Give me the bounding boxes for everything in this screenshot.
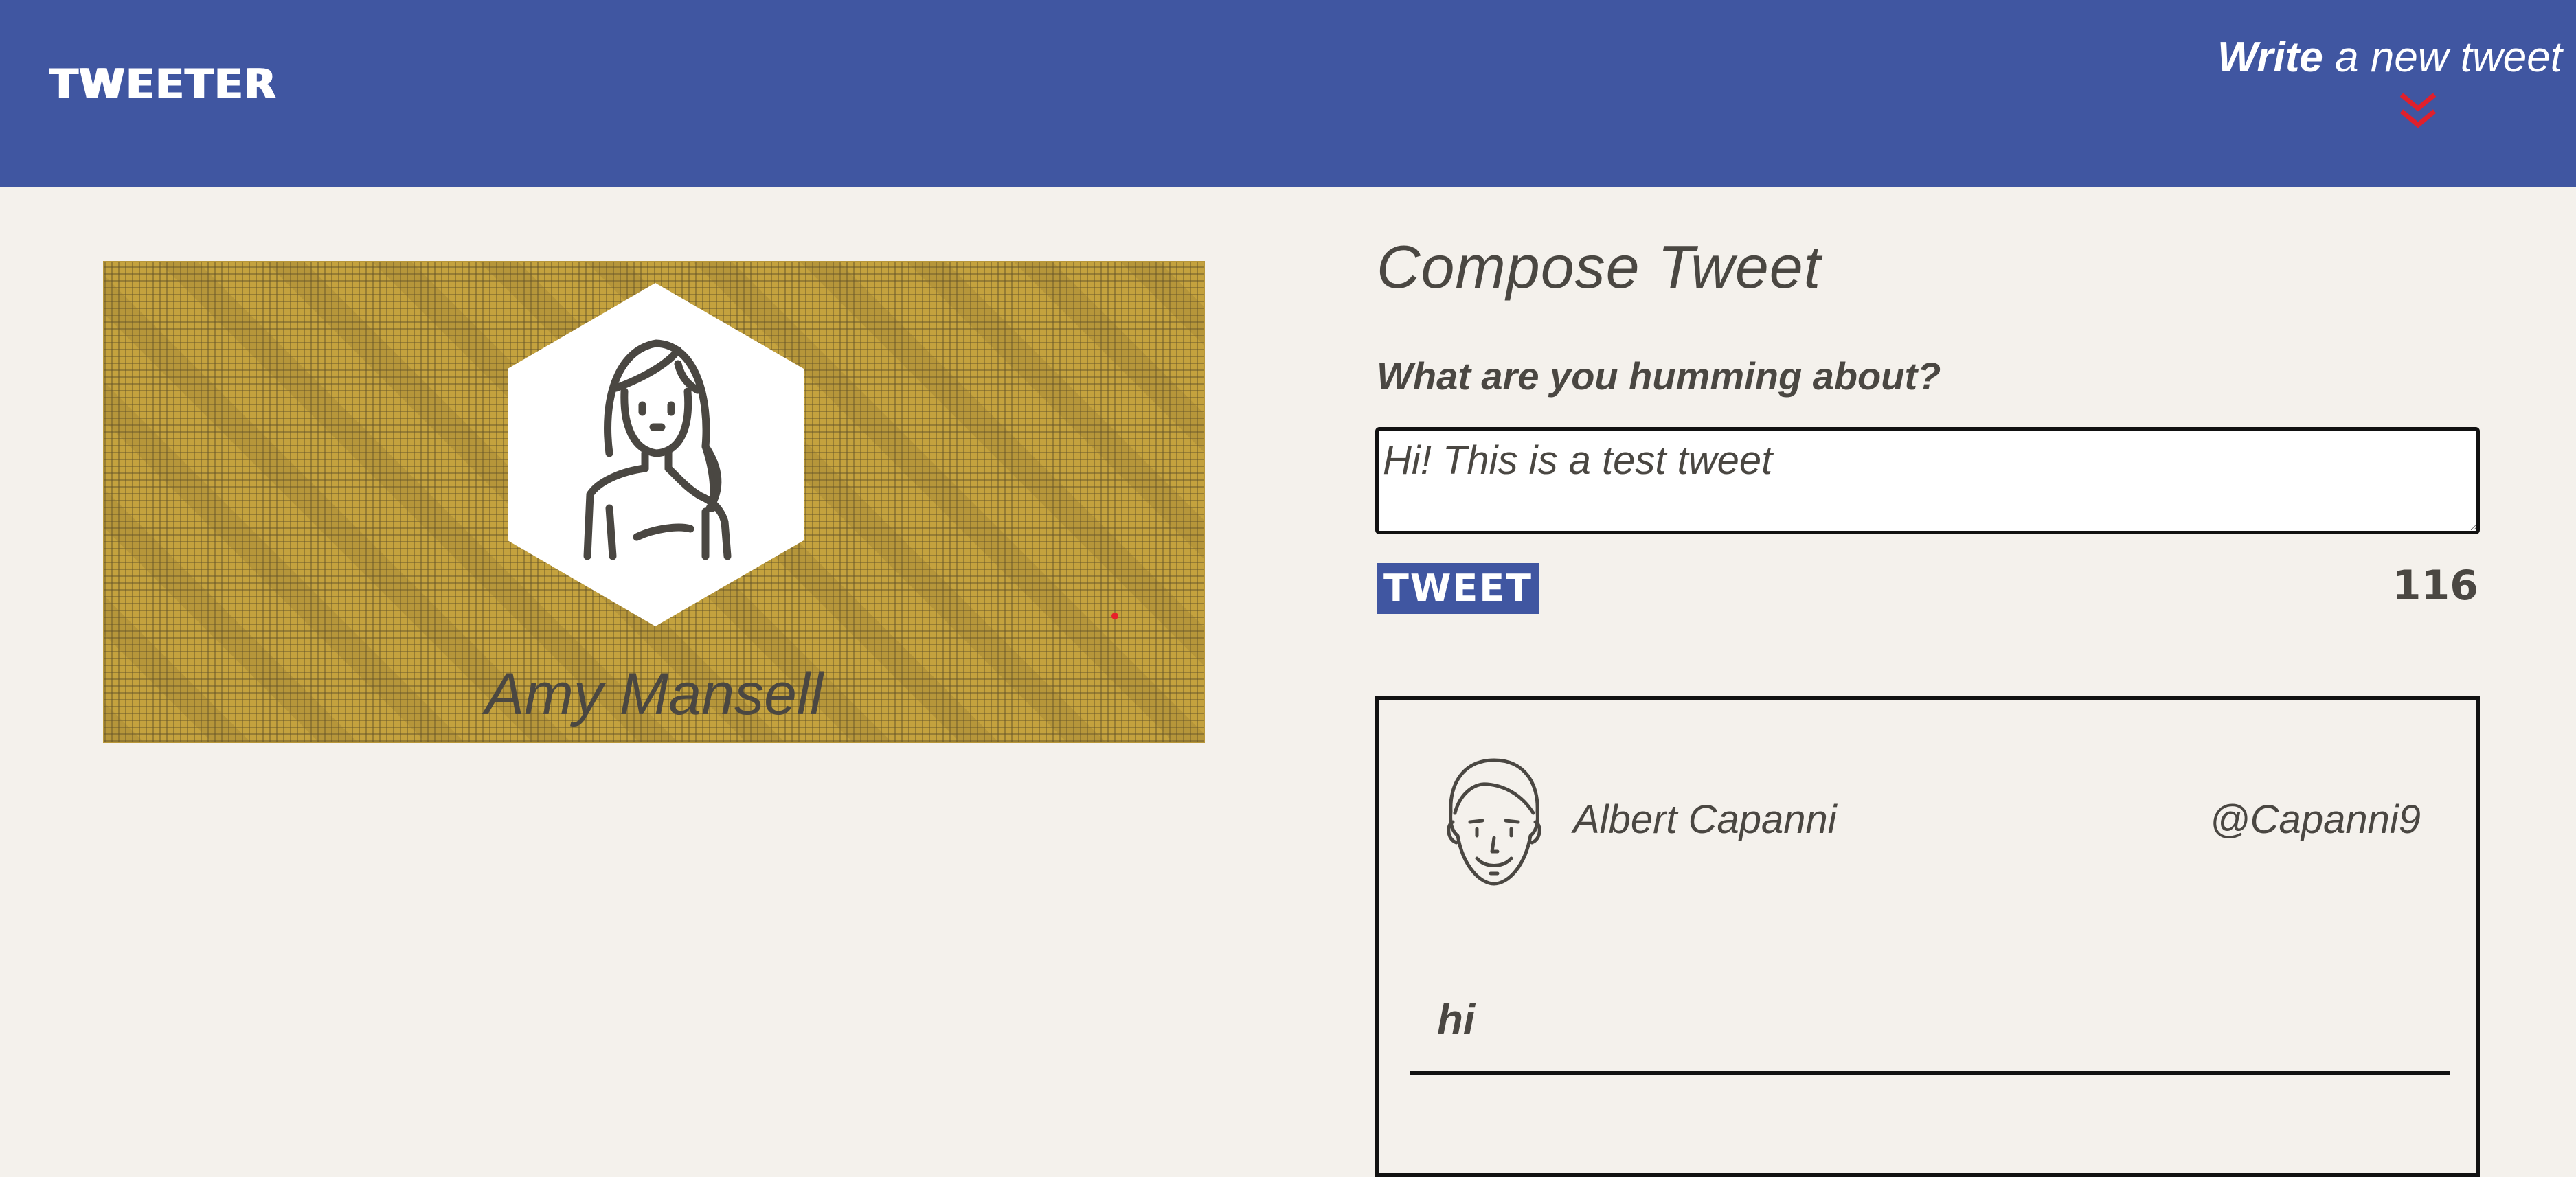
write-new-tweet-rest: a new tweet [2323,34,2562,81]
man-avatar-icon [1447,758,1541,886]
tweet-divider [1410,1071,2450,1075]
tweet-text-input[interactable]: Hi! This is a test tweet [1375,427,2480,534]
tweet-content: hi [1437,996,1476,1044]
tweet-author-handle[interactable]: @Capanni9 [2210,797,2421,843]
tweet-card: Albert Capanni @Capanni9 hi [1375,696,2480,1177]
character-counter: 116 [2392,562,2478,610]
top-nav-bar: TWEETER Write a new tweet [0,0,2576,187]
double-chevron-down-icon[interactable] [2397,91,2439,132]
cursor-dot [1111,613,1118,619]
profile-name: Amy Mansell [484,661,824,727]
user-profile-card: Amy Mansell [103,261,1205,743]
write-new-tweet-strong: Write [2217,34,2323,81]
write-new-tweet-toggle[interactable]: Write a new tweet [2217,33,2562,143]
compose-tweet-title: Compose Tweet [1377,233,1822,301]
write-new-tweet-label[interactable]: Write a new tweet [2217,33,2562,82]
tweet-prompt-label: What are you humming about? [1377,354,1941,398]
tweet-author-name[interactable]: Albert Capanni [1573,797,1837,843]
brand-logo[interactable]: TWEETER [49,60,277,108]
tweet-submit-button[interactable]: TWEET [1377,563,1539,614]
woman-avatar-icon [508,283,804,626]
